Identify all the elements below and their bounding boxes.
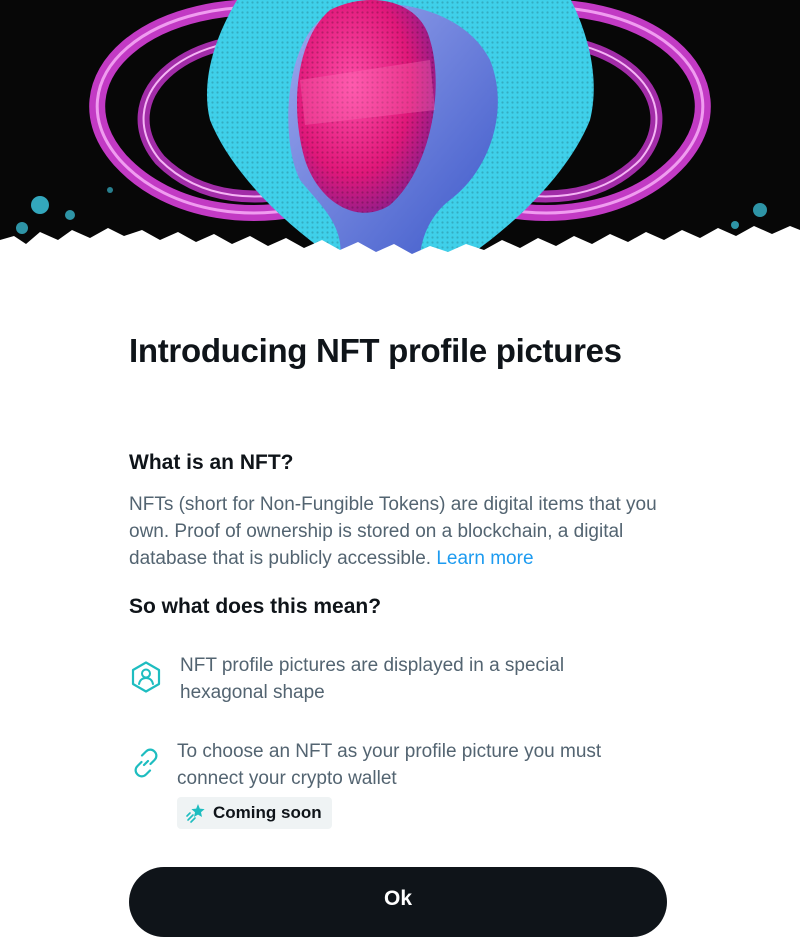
hero-artwork bbox=[0, 0, 800, 270]
nft-description-text: NFTs (short for Non-Fungible Tokens) are… bbox=[129, 494, 657, 569]
nft-description: NFTs (short for Non-Fungible Tokens) are… bbox=[129, 491, 689, 572]
feature-hexagon-shape: NFT profile pictures are displayed in a … bbox=[129, 652, 650, 706]
sparkle-star-icon bbox=[186, 804, 205, 823]
link-icon bbox=[134, 748, 158, 778]
learn-more-link[interactable]: Learn more bbox=[436, 548, 533, 569]
coming-soon-badge: Coming soon bbox=[177, 797, 332, 829]
hexagon-avatar-icon bbox=[131, 661, 161, 693]
modal-title: Introducing NFT profile pictures bbox=[129, 332, 622, 369]
feature-hexagon-text: NFT profile pictures are displayed in a … bbox=[180, 655, 565, 703]
ok-button[interactable]: Ok bbox=[129, 867, 667, 937]
section-heading-what-does-this-mean: So what does this mean? bbox=[129, 595, 382, 618]
section-heading-what-is-nft: What is an NFT? bbox=[129, 451, 294, 474]
nft-hexagon-artwork-image bbox=[0, 0, 800, 270]
ok-button-label: Ok bbox=[383, 887, 412, 910]
coming-soon-label: Coming soon bbox=[213, 803, 322, 822]
feature-crypto-wallet: To choose an NFT as your profile picture… bbox=[129, 738, 647, 792]
feature-crypto-wallet-text: To choose an NFT as your profile picture… bbox=[177, 741, 602, 789]
